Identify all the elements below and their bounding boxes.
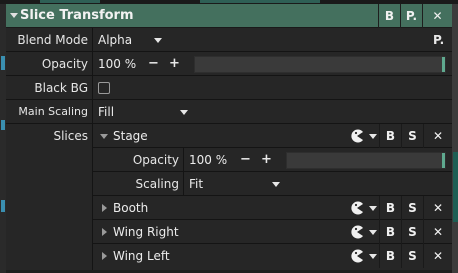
stage-opacity-increment-button[interactable]: + [261,148,272,172]
divider [92,100,93,124]
black-bg-checkbox[interactable] [98,82,110,94]
stage-opacity-decrement-button[interactable]: − [240,148,251,172]
stage-opacity-label: Opacity [132,153,179,167]
opacity-decrement-button[interactable]: − [148,52,159,76]
opacity-slider[interactable] [194,56,446,73]
slice-remove-button[interactable]: ✕ [423,220,452,244]
main-scaling-label: Main Scaling [18,105,88,118]
slider-handle[interactable] [442,153,445,168]
slice-solo-button[interactable]: S [401,220,423,244]
slice-solo-button[interactable]: S [401,244,423,268]
accent-segment [40,0,100,3]
dropdown-caret-icon[interactable] [272,182,280,187]
close-button[interactable]: ✕ [422,4,452,28]
divider [92,52,93,76]
slice-remove-button[interactable]: ✕ [423,124,452,148]
stage-scaling-label: Scaling [135,177,179,191]
dropdown-caret-icon[interactable] [154,38,162,43]
slice-solo-button[interactable]: S [401,124,423,148]
opacity-value[interactable]: 100 % [98,52,136,76]
pacman-icon[interactable] [350,201,364,215]
collapse-triangle-icon[interactable] [100,134,108,139]
slice-solo-button[interactable]: S [401,196,423,220]
divider [92,76,93,100]
stage-scaling-row: Scaling Fit [93,172,452,196]
slice-name: Booth [113,201,149,215]
opacity-increment-button[interactable]: + [169,52,180,76]
expand-triangle-icon[interactable] [102,204,107,212]
dropdown-caret-icon[interactable] [369,230,377,235]
opacity-label: Opacity [41,57,88,71]
dropdown-caret-icon[interactable] [369,134,377,139]
slice-name: Stage [113,129,148,143]
slice-row-stage[interactable]: Stage B S ✕ [93,124,452,148]
panel-title: Slice Transform [20,8,134,23]
opacity-row: Opacity 100 % − + [6,52,452,76]
slice-row-wing-right[interactable]: Wing Right B S ✕ [93,220,452,244]
expand-triangle-icon[interactable] [102,252,107,260]
slice-row-booth[interactable]: Booth B S ✕ [93,196,452,220]
slice-remove-button[interactable]: ✕ [423,196,452,220]
dropdown-caret-icon[interactable] [369,254,377,259]
panel-header[interactable]: Slice Transform B P. ✕ [6,4,452,28]
stage-opacity-row: Opacity 100 % − + [93,148,452,196]
edge-marker [453,152,458,222]
edge-marker [1,56,5,70]
pacman-icon[interactable] [350,129,364,143]
slice-remove-button[interactable]: ✕ [423,244,452,268]
slice-bypass-button[interactable]: B [379,244,401,268]
bypass-button[interactable]: B [378,4,400,28]
slice-transform-panel: Slice Transform B P. ✕ Blend Mode Alpha … [6,4,452,270]
slider-handle[interactable] [442,57,445,72]
slice-bypass-button[interactable]: B [379,220,401,244]
edge-marker [1,120,5,130]
blend-mode-row: Blend Mode Alpha P. [6,28,452,52]
slice-name: Wing Left [113,249,170,263]
blend-mode-select[interactable]: Alpha [98,28,132,52]
slices-label: Slices [53,129,88,143]
dropdown-caret-icon[interactable] [369,206,377,211]
main-scaling-select[interactable]: Fill [98,100,114,124]
divider [92,28,93,52]
blend-mode-label: Blend Mode [17,33,88,47]
slice-name: Wing Right [113,225,179,239]
black-bg-row: Black BG [6,76,452,100]
pacman-icon[interactable] [350,249,364,263]
preset-button[interactable]: P. [400,4,422,28]
pacman-icon[interactable] [350,225,364,239]
pin-button[interactable]: P. [433,28,444,52]
expand-triangle-icon[interactable] [102,228,107,236]
slice-bypass-button[interactable]: B [379,196,401,220]
black-bg-label: Black BG [34,81,88,95]
main-scaling-row: Main Scaling Fill [6,100,452,124]
slice-bypass-button[interactable]: B [379,124,401,148]
stage-opacity-value[interactable]: 100 % [189,148,227,172]
slice-row-wing-left[interactable]: Wing Left B S ✕ [93,244,452,268]
dropdown-caret-icon[interactable] [180,110,188,115]
stage-opacity-slider[interactable] [286,152,446,169]
accent-segment [200,0,320,3]
stage-scaling-select[interactable]: Fit [189,172,203,196]
edge-marker [1,200,5,212]
right-edge-strip [452,4,458,273]
